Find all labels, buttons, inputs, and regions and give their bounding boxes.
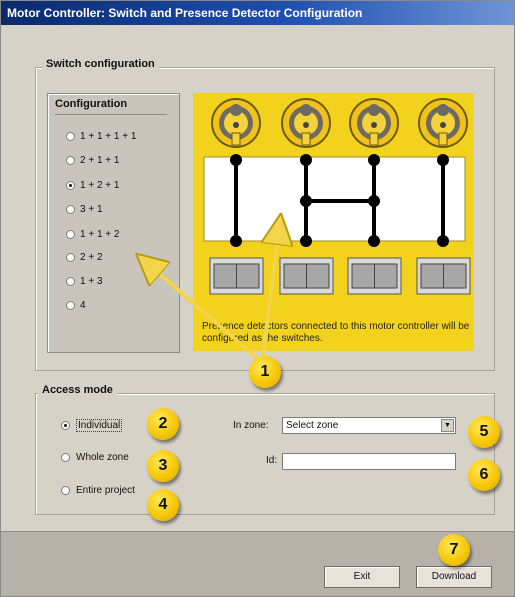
access-option-individual[interactable]: Individual bbox=[61, 419, 123, 432]
config-option-label: 1 + 2 + 1 bbox=[80, 180, 120, 191]
callout-badge: 2 bbox=[147, 408, 179, 440]
motor-icon bbox=[418, 98, 468, 148]
callout-badge: 5 bbox=[468, 416, 500, 448]
access-mode-title: Access mode bbox=[38, 384, 117, 396]
config-option-1-1-1-1[interactable]: 1 + 1 + 1 + 1 bbox=[66, 131, 136, 142]
motor-controller-window: Motor Controller: Switch and Presence De… bbox=[0, 0, 515, 597]
access-option-label: Entire project bbox=[76, 485, 135, 496]
configuration-panel: Configuration 1 + 1 + 1 + 1 2 + 1 + 1 1 … bbox=[47, 93, 180, 353]
callout-badge: 3 bbox=[147, 450, 179, 482]
config-option-3-1[interactable]: 3 + 1 bbox=[66, 204, 103, 215]
callout-badge: 4 bbox=[147, 489, 179, 521]
config-option-4[interactable]: 4 bbox=[66, 300, 86, 311]
exit-button[interactable]: Exit bbox=[324, 566, 400, 588]
config-option-label: 1 + 3 bbox=[80, 276, 103, 287]
config-option-label: 4 bbox=[80, 300, 86, 311]
in-zone-label: In zone: bbox=[233, 420, 269, 431]
callout-badge: 1 bbox=[249, 356, 281, 388]
config-option-1-2-1[interactable]: 1 + 2 + 1 bbox=[66, 180, 119, 191]
download-button[interactable]: Download bbox=[416, 566, 492, 588]
access-option-entire-project[interactable]: Entire project bbox=[61, 485, 135, 496]
radio-icon[interactable] bbox=[66, 230, 75, 239]
radio-icon[interactable] bbox=[61, 486, 70, 495]
motor-icon bbox=[349, 98, 399, 148]
radio-icon[interactable] bbox=[66, 253, 75, 262]
callout-badge: 6 bbox=[468, 459, 500, 491]
diagram-caption: Presence detectors connected to this mot… bbox=[202, 321, 470, 344]
config-option-label: 1 + 1 + 1 + 1 bbox=[80, 131, 137, 142]
config-option-label: 2 + 1 + 1 bbox=[80, 155, 120, 166]
chevron-down-icon[interactable]: ▼ bbox=[441, 419, 454, 432]
switch-icon bbox=[347, 257, 402, 295]
config-option-1-1-2[interactable]: 1 + 1 + 2 bbox=[66, 229, 119, 240]
radio-selected-icon[interactable] bbox=[61, 421, 70, 430]
radio-icon[interactable] bbox=[66, 277, 75, 286]
motor-icon bbox=[281, 98, 331, 148]
radio-icon[interactable] bbox=[66, 301, 75, 310]
zone-select-value: Select zone bbox=[286, 420, 339, 431]
zone-select[interactable]: Select zone ▼ bbox=[282, 417, 456, 434]
config-option-1-3[interactable]: 1 + 3 bbox=[66, 276, 103, 287]
radio-icon[interactable] bbox=[66, 132, 75, 141]
config-option-2-1-1[interactable]: 2 + 1 + 1 bbox=[66, 155, 119, 166]
access-option-label: Whole zone bbox=[76, 452, 129, 463]
id-field[interactable] bbox=[282, 453, 456, 470]
switch-icon bbox=[416, 257, 471, 295]
motor-icon bbox=[211, 98, 261, 148]
radio-icon[interactable] bbox=[61, 453, 70, 462]
switch-icon bbox=[279, 257, 334, 295]
id-label: Id: bbox=[266, 455, 278, 466]
radio-icon[interactable] bbox=[66, 205, 75, 214]
radio-selected-icon[interactable] bbox=[66, 181, 75, 190]
callout-badge: 7 bbox=[438, 534, 470, 566]
switch-configuration-title: Switch configuration bbox=[42, 58, 159, 70]
access-option-whole-zone[interactable]: Whole zone bbox=[61, 452, 129, 463]
config-option-2-2[interactable]: 2 + 2 bbox=[66, 252, 103, 263]
switch-diagram bbox=[193, 93, 474, 351]
window-title: Motor Controller: Switch and Presence De… bbox=[1, 1, 514, 25]
radio-icon[interactable] bbox=[66, 156, 75, 165]
config-option-label: 2 + 2 bbox=[80, 252, 103, 263]
config-option-label: 1 + 1 + 2 bbox=[80, 229, 120, 240]
config-option-label: 3 + 1 bbox=[80, 204, 103, 215]
configuration-divider bbox=[55, 114, 167, 115]
switch-icon bbox=[209, 257, 264, 295]
access-option-label: Individual bbox=[76, 419, 123, 432]
configuration-title: Configuration bbox=[55, 98, 128, 110]
